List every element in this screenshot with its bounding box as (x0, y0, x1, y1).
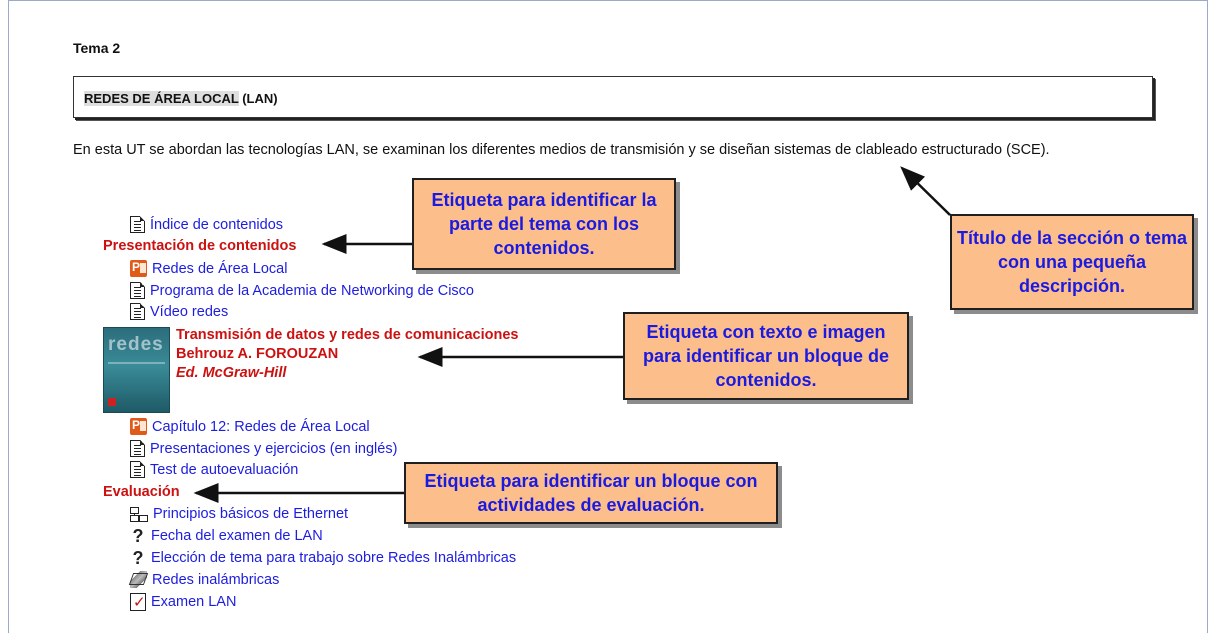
activity-redes-inalambricas[interactable]: Redes inalámbricas (130, 571, 279, 588)
activity-ethernet-label: Principios básicos de Ethernet (153, 506, 349, 522)
document-icon (130, 216, 145, 233)
resource-test-label: Test de autoevaluación (150, 461, 299, 478)
resource-redes-area-local[interactable]: Redes de Área Local (130, 260, 287, 277)
label-presentacion-contenidos: Presentación de contenidos (103, 238, 297, 254)
publisher-logo (108, 398, 116, 406)
resource-indice[interactable]: Índice de contenidos (130, 216, 283, 233)
callout-bloque: Etiqueta con texto e imagen para identif… (623, 312, 909, 400)
activity-fecha-examen-label: Fecha del examen de LAN (151, 528, 323, 544)
resource-video-redes[interactable]: Vídeo redes (130, 303, 228, 320)
powerpoint-icon (130, 260, 147, 277)
document-icon (130, 303, 145, 320)
resource-programa-cisco[interactable]: Programa de la Academia de Networking de… (130, 282, 474, 299)
resource-video-redes-label: Vídeo redes (150, 303, 229, 320)
quiz-icon (130, 593, 146, 611)
callout-evaluacion: Etiqueta para identificar un bloque con … (404, 462, 778, 524)
book-cover-stripe (108, 362, 165, 364)
book-cover-text: redes (108, 334, 164, 355)
section-title-highlight: REDES DE ÁREA LOCAL (84, 91, 239, 106)
resource-programa-cisco-label: Programa de la Academia de Networking de… (150, 282, 474, 299)
resource-test-autoevaluacion[interactable]: Test de autoevaluación (130, 461, 298, 478)
book-cover-image: redes (103, 327, 170, 413)
section-title-rest: (LAN) (238, 91, 278, 106)
section-title: REDES DE ÁREA LOCAL (LAN) (84, 91, 278, 106)
resource-presentaciones[interactable]: Presentaciones y ejercicios (en inglés) (130, 440, 397, 457)
section-description: En esta UT se abordan las tecnologías LA… (73, 142, 1050, 158)
question-icon: ? (132, 548, 144, 568)
activity-eleccion-tema-label: Elección de tema para trabajo sobre Rede… (151, 550, 517, 566)
resource-redes-area-local-label: Redes de Área Local (152, 260, 288, 277)
wiki-icon (130, 571, 147, 588)
callout-contenidos: Etiqueta para identificar la parte del t… (412, 178, 676, 270)
document-icon (130, 461, 145, 478)
resource-indice-label: Índice de contenidos (150, 216, 284, 233)
activity-eleccion-tema[interactable]: ? Elección de tema para trabajo sobre Re… (130, 548, 517, 568)
section-label: Tema 2 (73, 40, 121, 56)
forum-icon (130, 506, 148, 522)
activity-examen-lan[interactable]: Examen LAN (130, 593, 236, 611)
resource-capitulo-12-label: Capítulo 12: Redes de Área Local (152, 418, 370, 435)
section-title-box: REDES DE ÁREA LOCAL (LAN) (73, 76, 1153, 118)
resource-capitulo-12[interactable]: Capítulo 12: Redes de Área Local (130, 418, 370, 435)
question-icon: ? (132, 526, 144, 546)
resource-presentaciones-label: Presentaciones y ejercicios (en inglés) (150, 440, 398, 457)
powerpoint-icon (130, 418, 147, 435)
document-icon (130, 282, 145, 299)
book-label: Transmisión de datos y redes de comunica… (176, 326, 518, 383)
book-publisher: Ed. McGraw-Hill (176, 365, 287, 381)
activity-ethernet[interactable]: Principios básicos de Ethernet (130, 506, 348, 522)
activity-examen-lan-label: Examen LAN (151, 594, 237, 610)
book-title: Transmisión de datos y redes de comunica… (176, 327, 519, 343)
activity-fecha-examen[interactable]: ? Fecha del examen de LAN (130, 527, 323, 545)
book-author: Behrouz A. FOROUZAN (176, 346, 339, 362)
activity-redes-inalambricas-label: Redes inalámbricas (152, 571, 280, 588)
callout-seccion: Título de la sección o tema con una pequ… (950, 214, 1194, 310)
document-icon (130, 440, 145, 457)
label-evaluacion: Evaluación (103, 484, 180, 500)
